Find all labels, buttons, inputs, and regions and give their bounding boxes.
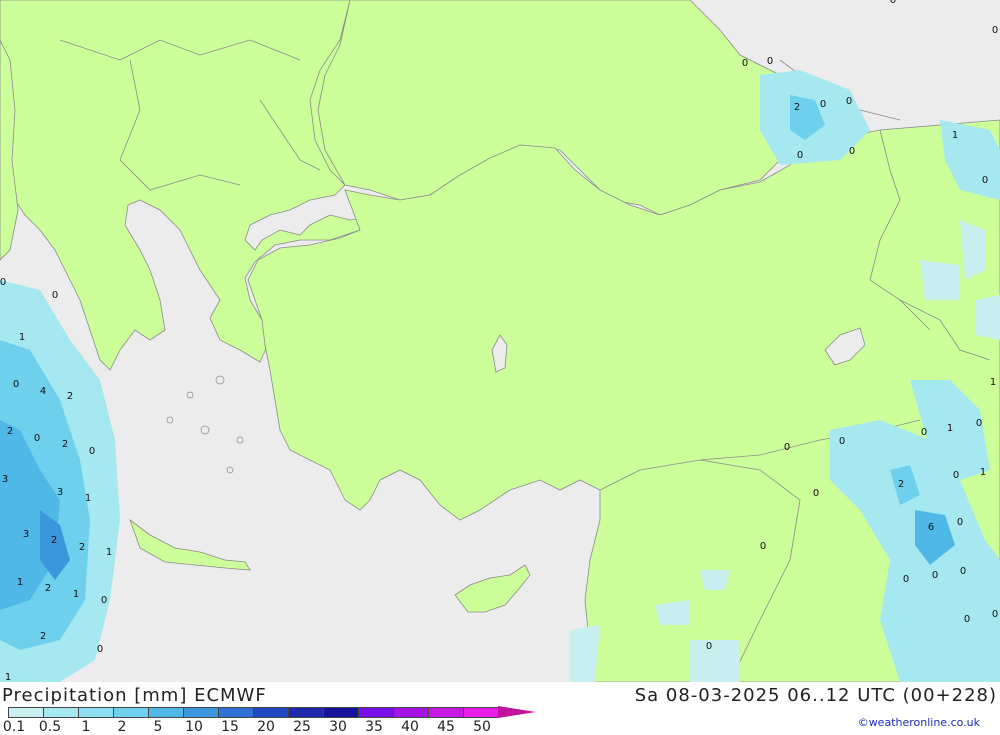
value-label: 0	[839, 436, 845, 447]
value-label: 0	[784, 442, 790, 453]
value-label: 2	[67, 391, 73, 402]
value-label: 0	[706, 641, 712, 652]
value-label: 0	[813, 488, 819, 499]
value-label: 2	[45, 583, 51, 594]
value-label: 0	[846, 96, 852, 107]
value-label: 1	[73, 589, 79, 600]
value-label: 0	[957, 517, 963, 528]
map-footer: Precipitation [mm] ECMWF Sa 08-03-2025 0…	[0, 682, 1000, 735]
legend-ticks: 0.1 0.5 1 2 5 10 15 20 25 30 35 40 45 50	[0, 719, 560, 735]
forecast-datetime: Sa 08-03-2025 06..12 UTC (00+228)	[634, 685, 997, 706]
value-label: 0	[760, 541, 766, 552]
value-label: 3	[23, 529, 29, 540]
value-label: 0	[849, 146, 855, 157]
value-label: 0	[89, 446, 95, 457]
color-legend	[8, 706, 536, 718]
value-label: 2	[898, 479, 904, 490]
value-label: 0	[960, 566, 966, 577]
legend-swatch	[253, 707, 289, 718]
value-label: 4	[40, 386, 46, 397]
credit-link[interactable]: ©weatheronline.co.uk	[858, 716, 980, 729]
value-label: 0	[742, 58, 748, 69]
legend-swatch	[78, 707, 114, 718]
legend-swatch	[183, 707, 219, 718]
value-label: 6	[928, 522, 934, 533]
value-label: 0	[0, 277, 6, 288]
map-title: Precipitation [mm] ECMWF	[2, 685, 267, 706]
legend-swatch	[218, 707, 254, 718]
legend-swatch	[288, 707, 324, 718]
value-label: 0	[964, 614, 970, 625]
value-label: 1	[5, 672, 11, 682]
legend-swatch	[8, 707, 44, 718]
value-label: 0	[976, 418, 982, 429]
legend-swatch	[148, 707, 184, 718]
legend-swatch	[43, 707, 79, 718]
value-label: 0	[953, 470, 959, 481]
value-label: 0	[992, 609, 998, 620]
value-label: 0	[820, 99, 826, 110]
legend-swatch	[113, 707, 149, 718]
legend-swatch	[463, 707, 499, 718]
value-label: 2	[79, 542, 85, 553]
value-label: 2	[51, 535, 57, 546]
value-label: 2	[40, 631, 46, 642]
value-label: 3	[2, 474, 8, 485]
value-label: 1	[85, 493, 91, 504]
value-label: 0	[890, 0, 896, 6]
map-canvas: 0 0 2 0 0 0 0 1 0 0 0 1 0 4 2 2 0 2 0 3 …	[0, 0, 1000, 682]
precipitation-map: 0 0 2 0 0 0 0 1 0 0 0 1 0 4 2 2 0 2 0 3 …	[0, 0, 1000, 682]
value-label: 0	[903, 574, 909, 585]
value-label: 1	[947, 423, 953, 434]
value-label: 0	[982, 175, 988, 186]
value-label: 0	[34, 433, 40, 444]
value-label: 0	[13, 379, 19, 390]
value-label: 1	[19, 332, 25, 343]
value-label: 0	[97, 644, 103, 655]
value-label: 3	[57, 487, 63, 498]
value-label: 0	[797, 150, 803, 161]
value-label: 0	[992, 25, 998, 36]
value-label: 2	[7, 426, 13, 437]
legend-swatch	[323, 707, 359, 718]
value-label: 0	[921, 427, 927, 438]
value-label: 0	[767, 56, 773, 67]
legend-swatch	[393, 707, 429, 718]
value-label: 0	[932, 570, 938, 581]
legend-swatch	[428, 707, 464, 718]
value-label: 2	[794, 102, 800, 113]
value-label: 1	[106, 547, 112, 558]
value-label: 1	[952, 130, 958, 141]
value-label: 0	[101, 595, 107, 606]
value-label: 1	[17, 577, 23, 588]
legend-swatch	[358, 707, 394, 718]
value-label: 2	[62, 439, 68, 450]
value-label: 1	[980, 467, 986, 478]
value-label: 0	[52, 290, 58, 301]
legend-arrow	[498, 706, 536, 718]
value-label: 1	[990, 377, 996, 388]
